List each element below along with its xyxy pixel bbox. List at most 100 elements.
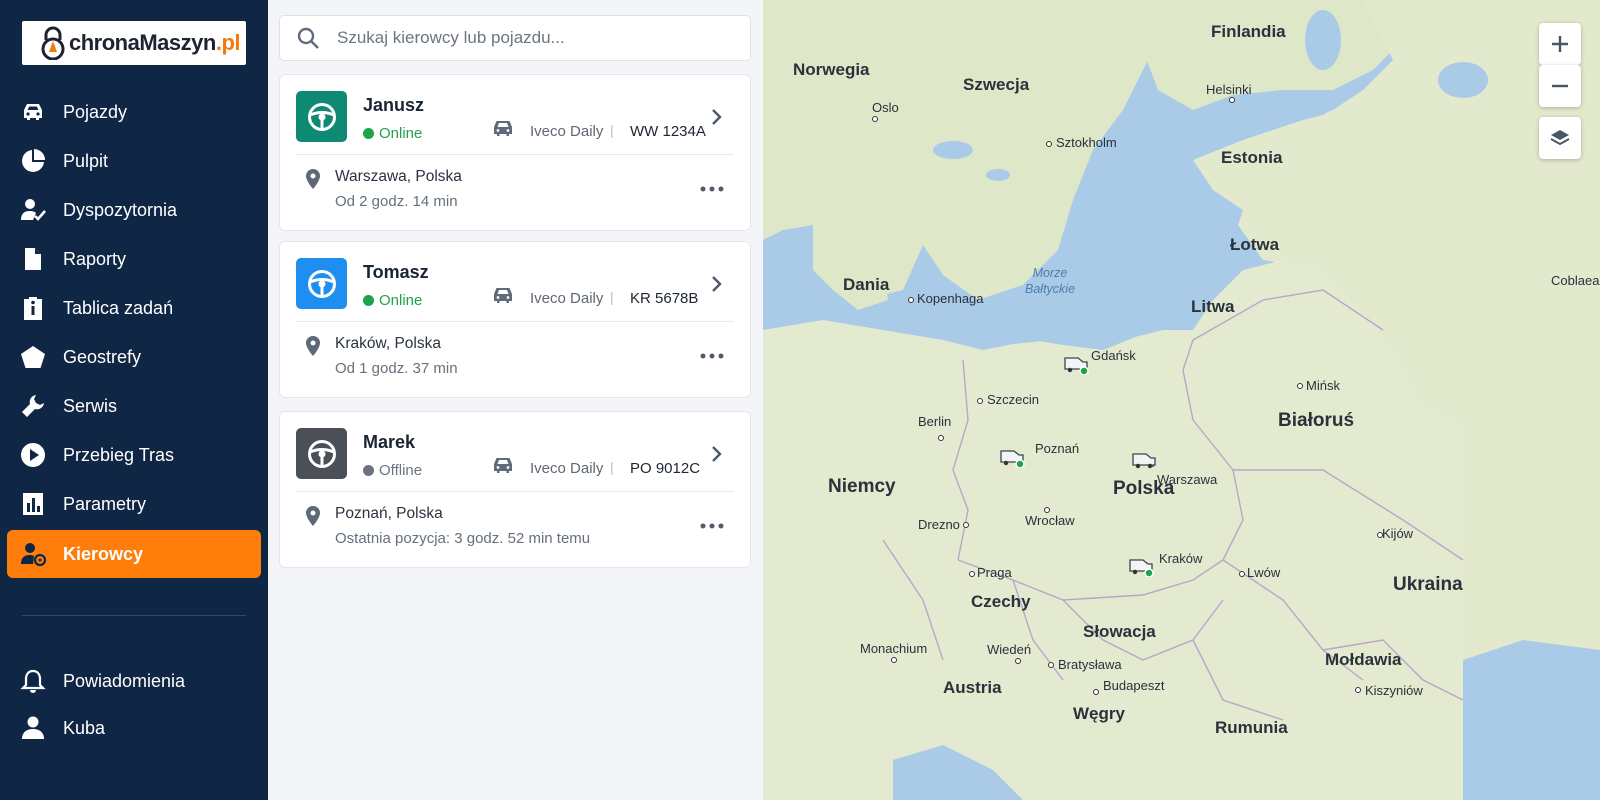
map-country-label: Szwecja <box>963 75 1030 94</box>
map-country-label: Dania <box>843 275 890 294</box>
zoom-in-button[interactable] <box>1539 23 1581 65</box>
map-city-dot <box>1297 383 1303 389</box>
map-city-label: Szczecin <box>987 392 1040 407</box>
driver-icon <box>19 540 47 568</box>
sidebar-item-label: Pulpit <box>63 150 109 171</box>
chevron-right-icon[interactable] <box>710 444 724 464</box>
zoom-out-button[interactable] <box>1539 65 1581 107</box>
map-city-dot <box>1239 571 1245 577</box>
sidebar-item-user[interactable]: Kuba <box>7 704 261 752</box>
search-icon <box>297 27 319 49</box>
map-city-dot <box>977 398 983 404</box>
sidebar-item-label: Kuba <box>63 717 106 738</box>
vehicle-marker-icon[interactable] <box>1131 449 1159 471</box>
card-divider <box>296 154 734 155</box>
sidebar-item-serwis[interactable]: Serwis <box>7 382 261 430</box>
sidebar-item-label: Geostrefy <box>63 346 142 367</box>
sidebar-item-label: Przebieg Tras <box>63 444 175 465</box>
sidebar-divider <box>22 615 246 616</box>
search-input[interactable] <box>337 28 717 48</box>
map-city-dot <box>1355 687 1361 693</box>
map-country-label: Austria <box>943 678 1002 697</box>
map-country-label: Norwegia <box>793 60 870 79</box>
license-plate: WW 1234A <box>630 123 706 140</box>
driver-card-janusz[interactable]: Janusz Online Iveco Daily | WW 1234A War… <box>279 74 751 231</box>
driver-name: Marek <box>363 432 416 452</box>
sidebar-item-raporty[interactable]: Raporty <box>7 235 261 283</box>
sidebar-item-przebieg-tras[interactable]: Przebieg Tras <box>7 431 261 479</box>
map-city-dot <box>1229 97 1235 103</box>
location-pin-icon <box>304 168 322 190</box>
map-city-label: Oslo <box>872 100 899 115</box>
map-country-label: Rumunia <box>1215 718 1288 737</box>
status-dot <box>363 295 374 306</box>
driver-since: Od 2 godz. 14 min <box>335 193 458 210</box>
sidebar-item-pojazdy[interactable]: Pojazdy <box>7 88 261 136</box>
brand-name: chronaMaszyn <box>69 30 216 55</box>
map-city-label: Wiedeń <box>987 642 1032 657</box>
sidebar-item-pulpit[interactable]: Pulpit <box>7 137 261 185</box>
map-city-label: Kiszyniów <box>1365 683 1423 698</box>
sidebar-item-parametry[interactable]: Parametry <box>7 480 261 528</box>
vehicle-marker-icon[interactable] <box>1063 353 1091 375</box>
sidebar-item-powiadomienia[interactable]: Powiadomienia <box>7 657 261 705</box>
brand-logo[interactable]: chronaMaszyn .pl <box>22 21 246 65</box>
driver-name: Janusz <box>363 95 425 115</box>
driver-location: Poznań, Polska <box>335 505 443 522</box>
more-options-icon[interactable] <box>700 180 724 192</box>
sidebar: chronaMaszyn .pl Pojazdy Pulpit Dyspozyto… <box>0 0 268 800</box>
chevron-right-icon[interactable] <box>710 107 724 127</box>
wrench-icon <box>19 392 47 420</box>
more-options-icon[interactable] <box>700 517 724 529</box>
vehicle-model: Iveco Daily <box>530 460 604 477</box>
sidebar-item-kierowcy[interactable]: Kierowcy <box>7 530 261 578</box>
card-divider <box>296 491 734 492</box>
map-city-label: Budapeszt <box>1103 678 1165 693</box>
map-city-label: Kijów <box>1382 526 1414 541</box>
sidebar-item-label: Tablica zadań <box>63 297 174 318</box>
map-city-label: Kopenhaga <box>917 291 984 306</box>
car-icon <box>492 455 514 475</box>
map-city-label: Monachium <box>860 641 928 656</box>
lock-icon <box>41 26 65 60</box>
brand-suffix: .pl <box>215 30 241 55</box>
map-country-label: Estonia <box>1221 148 1283 167</box>
bell-icon <box>19 667 47 695</box>
map-city-label: Sztokholm <box>1056 135 1117 150</box>
driver-card-tomasz[interactable]: Tomasz Online Iveco Daily | KR 5678B Kra… <box>279 241 751 398</box>
plus-icon <box>1552 36 1568 52</box>
map-view[interactable]: Finlandia Norwegia Szwecja Estonia Łotwa… <box>763 0 1600 800</box>
user-icon <box>19 714 47 742</box>
map-city-label: Warszawa <box>1157 472 1218 487</box>
sidebar-item-dyspozytornia[interactable]: Dyspozytornia <box>7 186 261 234</box>
map-city-dot <box>1046 141 1052 147</box>
minus-icon <box>1552 84 1568 88</box>
sidebar-item-tablica-zadan[interactable]: Tablica zadań <box>7 284 261 332</box>
status-dot <box>363 128 374 139</box>
map-country-label: Finlandia <box>1211 22 1286 41</box>
vehicle-marker-icon[interactable] <box>999 446 1027 468</box>
more-options-icon[interactable] <box>700 347 724 359</box>
sidebar-item-label: Pojazdy <box>63 101 128 122</box>
license-plate: PO 9012C <box>630 460 701 477</box>
vehicle-marker-icon[interactable] <box>1128 555 1156 577</box>
driver-since: Od 1 godz. 37 min <box>335 360 458 377</box>
sidebar-item-label: Parametry <box>63 493 147 514</box>
driver-avatar <box>296 258 347 309</box>
map-city-label: Lwów <box>1247 565 1281 580</box>
map-country-label: Łotwa <box>1230 235 1280 254</box>
car-icon <box>492 285 514 305</box>
map-country-label: Ukraina <box>1393 574 1463 595</box>
separator: | <box>610 122 614 138</box>
map-city-label: Kraków <box>1159 551 1203 566</box>
sidebar-item-geostrefy[interactable]: Geostrefy <box>7 333 261 381</box>
layers-button[interactable] <box>1539 117 1581 159</box>
sidebar-item-label: Raporty <box>63 248 127 269</box>
steering-wheel-icon <box>307 439 336 468</box>
search-box[interactable] <box>279 15 751 61</box>
chevron-right-icon[interactable] <box>710 274 724 294</box>
separator: | <box>610 289 614 305</box>
map-city-label: Praga <box>977 565 1012 580</box>
map-country-label: Niemcy <box>828 476 896 497</box>
driver-card-marek[interactable]: Marek Offline Iveco Daily | PO 9012C Poz… <box>279 411 751 568</box>
